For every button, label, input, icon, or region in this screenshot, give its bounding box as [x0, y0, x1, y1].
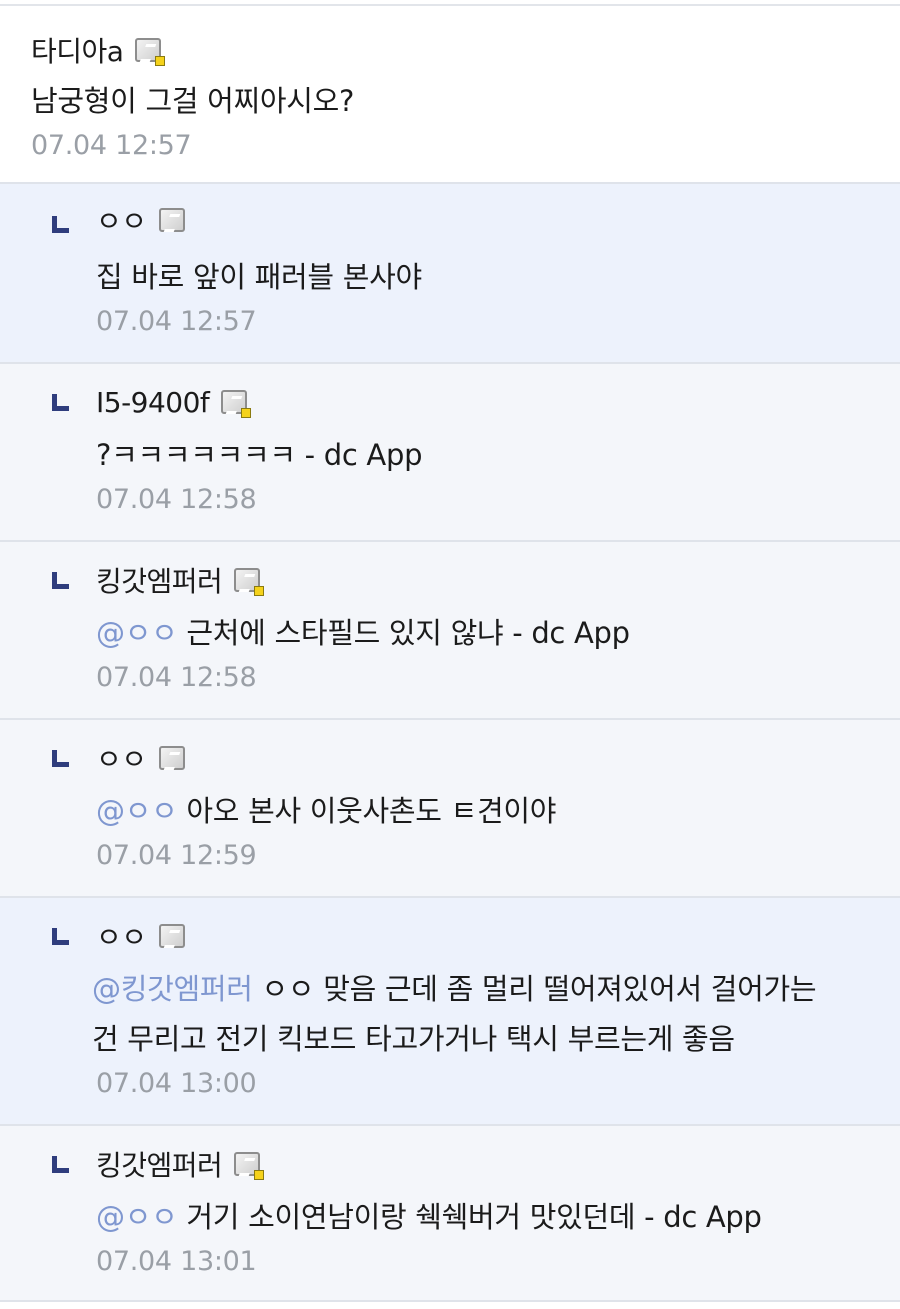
reply-author[interactable]: 킹갓엠퍼러 — [96, 1144, 900, 1184]
reply-branch-icon — [52, 750, 69, 767]
reply-text: @ㅇㅇ 근처에 스타필드 있지 않냐 - dc App — [96, 616, 630, 650]
nickname[interactable]: ㅇㅇ — [96, 738, 147, 778]
reply-author[interactable]: ㅇㅇ — [96, 738, 900, 778]
reply-date: 07.04 13:01 — [96, 1246, 257, 1277]
reply-author[interactable]: ㅇㅇ — [96, 200, 900, 240]
reply-date: 07.04 12:57 — [96, 306, 257, 337]
reply-branch-icon — [52, 216, 69, 233]
reply-branch-icon — [52, 1156, 69, 1173]
reply-date: 07.04 12:58 — [96, 662, 257, 693]
reply-text: @킹갓엠퍼러 ㅇㅇ 맞음 근데 좀 멀리 떨어져있어서 걸어가는 — [92, 972, 817, 1006]
reply-item: 킹갓엠퍼러 @ㅇㅇ 거기 소이연남이랑 쉑쉑버거 맛있던데 - dc App 0… — [0, 1126, 900, 1302]
nickname[interactable]: 타디아a — [31, 30, 124, 70]
gallery-badge-icon — [234, 1152, 265, 1180]
mention-link[interactable]: @ㅇㅇ — [96, 794, 178, 828]
reply-branch-icon — [52, 928, 69, 945]
nickname[interactable]: ㅇㅇ — [96, 916, 147, 956]
comment-item: 타디아a 남궁형이 그걸 어찌아시오? 07.04 12:57 — [0, 6, 900, 184]
reply-branch-icon — [52, 394, 69, 411]
reply-author[interactable]: ㅇㅇ — [96, 916, 900, 956]
mention-link[interactable]: @킹갓엠퍼러 — [92, 972, 253, 1006]
reply-item: 킹갓엠퍼러 @ㅇㅇ 근처에 스타필드 있지 않냐 - dc App 07.04 … — [0, 542, 900, 720]
reply-date: 07.04 12:58 — [96, 484, 257, 515]
nickname[interactable]: 킹갓엠퍼러 — [96, 1144, 223, 1184]
reply-item: ㅇㅇ @킹갓엠퍼러 ㅇㅇ 맞음 근데 좀 멀리 떨어져있어서 걸어가는 건 무리… — [0, 898, 900, 1126]
reply-text: 집 바로 앞이 패러블 본사야 — [96, 260, 422, 294]
reply-text-line2: 건 무리고 전기 킥보드 타고가거나 택시 부르는게 좋음 — [92, 1022, 735, 1056]
reply-author[interactable]: 킹갓엠퍼러 — [96, 560, 900, 600]
nickname[interactable]: ㅇㅇ — [96, 200, 147, 240]
comment-text: 남궁형이 그걸 어찌아시오? — [31, 84, 355, 118]
reply-text: @ㅇㅇ 아오 본사 이웃사촌도 ㅌ견이야 — [96, 794, 557, 828]
comment-date: 07.04 12:57 — [31, 130, 192, 161]
gallery-badge-icon — [234, 568, 265, 596]
comment-author[interactable]: 타디아a — [31, 30, 900, 70]
gallery-badge-icon — [158, 746, 185, 770]
nickname[interactable]: 킹갓엠퍼러 — [96, 560, 223, 600]
reply-text: ?ㅋㅋㅋㅋㅋㅋㅋ - dc App — [96, 438, 423, 472]
mention-link[interactable]: @ㅇㅇ — [96, 616, 178, 650]
mention-link[interactable]: @ㅇㅇ — [96, 1200, 178, 1234]
reply-date: 07.04 13:00 — [96, 1068, 257, 1099]
nickname[interactable]: I5-9400f — [96, 386, 210, 419]
gallery-badge-icon — [158, 924, 185, 948]
gallery-badge-icon — [221, 390, 252, 418]
gallery-badge-icon — [158, 208, 185, 232]
reply-date: 07.04 12:59 — [96, 840, 257, 871]
reply-item: I5-9400f ?ㅋㅋㅋㅋㅋㅋㅋ - dc App 07.04 12:58 — [0, 364, 900, 542]
reply-branch-icon — [52, 572, 69, 589]
gallery-badge-icon — [135, 38, 166, 66]
reply-text: @ㅇㅇ 거기 소이연남이랑 쉑쉑버거 맛있던데 - dc App — [96, 1200, 762, 1234]
reply-author[interactable]: I5-9400f — [96, 382, 900, 422]
reply-item: ㅇㅇ 집 바로 앞이 패러블 본사야 07.04 12:57 — [0, 184, 900, 364]
reply-item: ㅇㅇ @ㅇㅇ 아오 본사 이웃사촌도 ㅌ견이야 07.04 12:59 — [0, 720, 900, 898]
